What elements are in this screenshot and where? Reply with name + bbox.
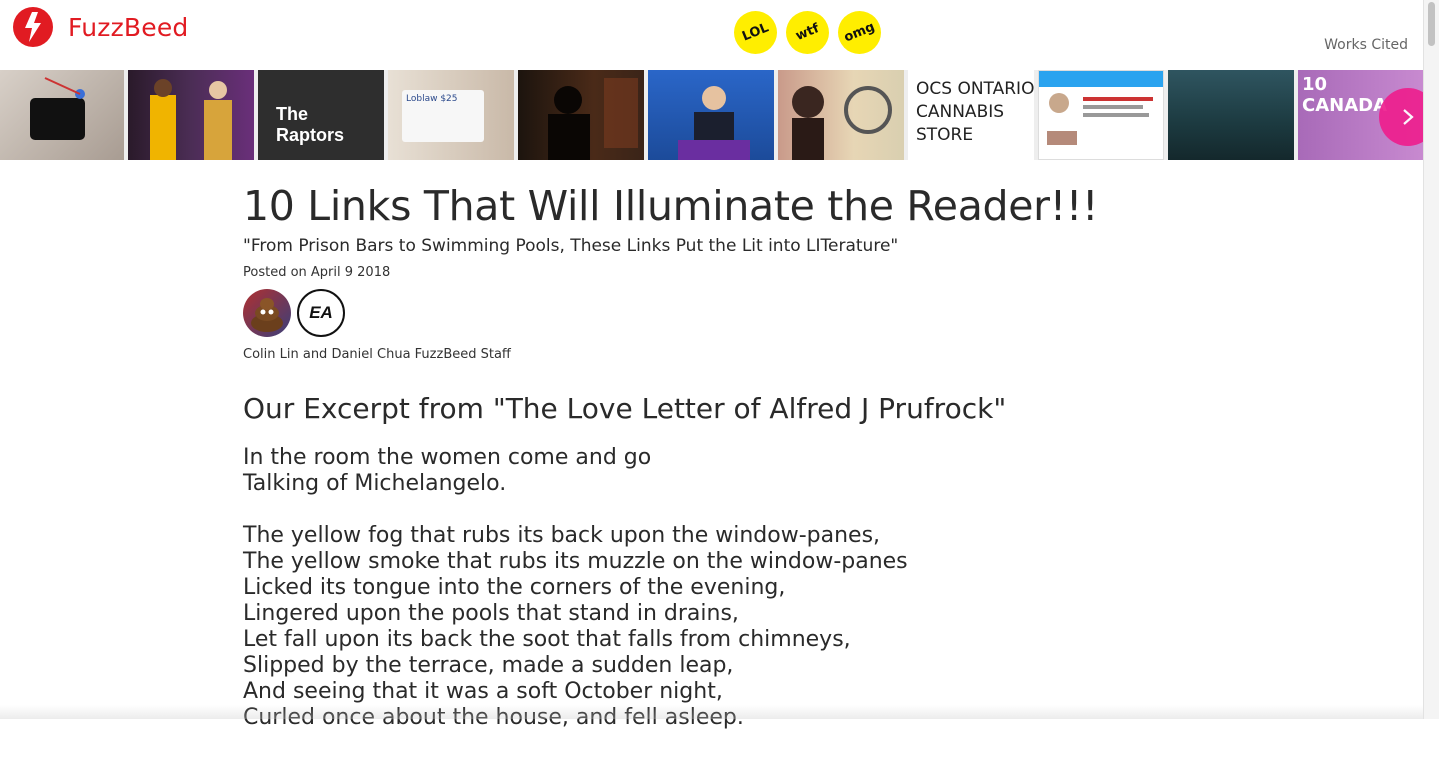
poem-line: In the room the women come and go — [243, 445, 652, 470]
banknote-label: 10 CANADA — [1302, 74, 1388, 116]
chevron-right-icon — [1403, 109, 1414, 125]
carousel-thumb-1[interactable] — [128, 70, 254, 160]
carousel-thumb-7[interactable]: OCS ONTARIO CANNABIS STORE — [908, 70, 1034, 160]
article-title: 10 Links That Will Illuminate the Reader… — [243, 182, 1099, 230]
avatar-author-2[interactable]: EA — [297, 289, 345, 337]
carousel-thumb-0[interactable] — [0, 70, 124, 160]
performers-image — [150, 79, 232, 160]
byline: Colin Lin and Daniel Chua FuzzBeed Staff — [243, 347, 511, 362]
badge-lol[interactable]: LOL — [727, 4, 784, 61]
carousel-thumb-9[interactable] — [1168, 70, 1294, 160]
vertical-scrollbar[interactable] — [1423, 0, 1439, 719]
poem-line: The yellow smoke that rubs its muzzle on… — [243, 549, 908, 574]
carousel-thumb-3[interactable]: Loblaw $25 — [388, 70, 514, 160]
poem-stanza-1: In the room the women come and go Talkin… — [243, 445, 1143, 497]
badge-omg[interactable]: omg — [831, 4, 888, 61]
avatar-author-1[interactable] — [243, 289, 291, 337]
poem-line: Talking of Michelangelo. — [243, 471, 507, 496]
carousel-thumb-5[interactable] — [648, 70, 774, 160]
author-avatars: EA — [243, 289, 1143, 337]
image-carousel: The Raptors Loblaw $25 OCS ONTARIO CANNA… — [0, 70, 1424, 160]
box-device-image — [30, 77, 85, 140]
carousel-thumb-8[interactable] — [1038, 70, 1164, 160]
badge-wtf[interactable]: wtf — [779, 4, 836, 61]
politician-podium-image — [678, 86, 750, 160]
twitter-screenshot-image — [1039, 71, 1163, 145]
article: 10 Links That Will Illuminate the Reader… — [243, 182, 1143, 757]
site-header: FuzzBeed LOL wtf omg Works Cited — [0, 0, 1424, 70]
article-subtitle: "From Prison Bars to Swimming Pools, The… — [243, 236, 899, 256]
post-date: Posted on April 9 2018 — [243, 265, 391, 280]
site-logo[interactable]: FuzzBeed — [12, 6, 188, 48]
carousel-thumb-label: The Raptors — [276, 104, 345, 145]
scrollbar-thumb[interactable] — [1428, 2, 1435, 46]
gift-card-label: Loblaw $25 — [402, 90, 484, 142]
silhouette-image — [548, 78, 638, 160]
poem-excerpt: In the room the women come and go Talkin… — [243, 445, 1143, 731]
poem-stanza-2: The yellow fog that rubs its back upon t… — [243, 523, 1143, 731]
carousel-thumb-6[interactable] — [778, 70, 904, 160]
lightning-logo-icon — [13, 7, 53, 47]
carousel-thumb-4[interactable] — [518, 70, 644, 160]
ea-logo: EA — [309, 303, 333, 322]
section-heading: Our Excerpt from "The Love Letter of Alf… — [243, 392, 1007, 425]
poem-line: Lingered upon the pools that stand in dr… — [243, 601, 739, 626]
poem-line: Licked its tongue into the corners of th… — [243, 575, 786, 600]
poem-line: And seeing that it was a soft October ni… — [243, 679, 723, 704]
poem-line: Let fall upon its back the soot that fal… — [243, 627, 851, 652]
portrait-map-image — [792, 86, 892, 160]
bottom-fade — [0, 705, 1424, 719]
poop-emoji-avatar-icon — [251, 298, 283, 332]
reaction-badges: LOL wtf omg — [727, 4, 890, 61]
poem-line: Slipped by the terrace, made a sudden le… — [243, 653, 734, 678]
brand-name: FuzzBeed — [68, 12, 189, 42]
carousel-thumb-2[interactable]: The Raptors — [258, 70, 384, 160]
works-cited-link[interactable]: Works Cited — [1324, 37, 1408, 53]
poem-line: The yellow fog that rubs its back upon t… — [243, 523, 881, 548]
store-logo-label: OCS ONTARIO CANNABIS STORE — [916, 79, 1034, 145]
